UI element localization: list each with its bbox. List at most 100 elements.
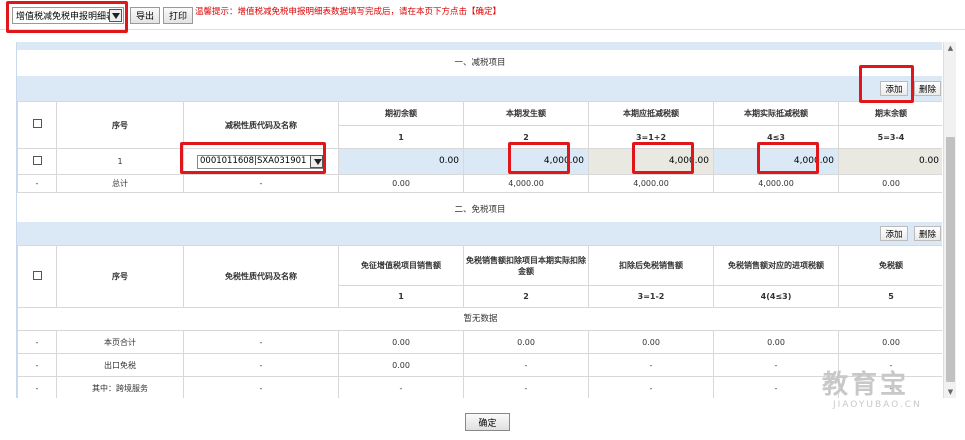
scroll-down-arrow-icon[interactable]: ▼	[944, 386, 957, 398]
actual-deduct-input[interactable]: 4,000.00	[713, 148, 839, 175]
footer: 确定	[0, 398, 965, 440]
scroll-thumb[interactable]	[946, 137, 955, 382]
export-exempt-cell: -	[183, 353, 339, 377]
subtotal-cell: -	[183, 330, 339, 354]
header-after-deduction: 扣除后免税销售额	[588, 245, 714, 286]
section1-delete-button[interactable]: 删除	[914, 81, 941, 96]
row-code-cell: 0001011608|SXA031901	[183, 148, 339, 175]
formula-4: 4≤3	[713, 125, 839, 149]
scroll-up-arrow-icon[interactable]: ▲	[944, 42, 957, 54]
total-cell: 4,000.00	[713, 174, 839, 193]
chevron-down-icon[interactable]	[109, 9, 122, 22]
formula-3: 3=1-2	[588, 285, 714, 308]
formula-5: 5	[838, 285, 942, 308]
header-should-deduct: 本期应抵减税额	[588, 101, 714, 126]
row-checkbox[interactable]	[32, 155, 42, 165]
header-current: 本期发生额	[463, 101, 589, 126]
header-actual-deduct: 本期实际抵减税额	[713, 101, 839, 126]
closing-balance-value: 0.00	[838, 148, 942, 175]
report-content: 一、减税项目 添加 删除 序号 减税性质代码及名称 期初余额 本期发生额 本期应…	[16, 42, 942, 398]
header-deduction: 免税销售额扣除项目本期实际扣除金额	[463, 245, 589, 286]
section2-toolbar: 添加 删除	[17, 222, 942, 245]
formula-5: 5=3-4	[838, 125, 942, 149]
cross-border-cell: -	[713, 376, 839, 398]
subtotal-cell: 0.00	[463, 330, 589, 354]
subtotal-cell: 0.00	[588, 330, 714, 354]
section2-table: 序号 免税性质代码及名称 免征增值税项目销售额 免税销售额扣除项目本期实际扣除金…	[17, 245, 942, 398]
cross-border-cell: 其中：跨境服务	[56, 376, 184, 398]
cross-border-cell: -	[183, 376, 339, 398]
formula-3: 3=1+2	[588, 125, 714, 149]
cross-border-cell: -	[338, 376, 464, 398]
opening-balance-input[interactable]: 0.00	[338, 148, 464, 175]
section2-title: 二、免税项目	[17, 198, 942, 222]
cross-border-cell: -	[463, 376, 589, 398]
cross-border-cell: -	[588, 376, 714, 398]
watermark-url: JIAOYUBAO.CN	[833, 400, 922, 410]
header-opening: 期初余额	[338, 101, 464, 126]
export-exempt-cell: -	[588, 353, 714, 377]
tax-code-select[interactable]: 0001011608|SXA031901	[197, 154, 325, 169]
vertical-scrollbar[interactable]: ▲ ▼	[943, 42, 956, 398]
report-type-select-value: 增值税减免税申报明细表	[16, 12, 109, 22]
export-exempt-cell: 0.00	[338, 353, 464, 377]
tax-code-value: 0001011608|SXA031901	[200, 156, 307, 166]
section1-toolbar: 添加 删除	[17, 76, 942, 101]
export-exempt-cell: 出口免税	[56, 353, 184, 377]
formula-4: 4(4≤3)	[713, 285, 839, 308]
total-cell: -	[183, 174, 339, 193]
current-amount-input[interactable]: 4,000.00	[463, 148, 589, 175]
should-deduct-value: 4,000.00	[588, 148, 714, 175]
total-cell: 4,000.00	[463, 174, 589, 193]
no-data-message: 暂无数据	[17, 307, 942, 331]
select-all-checkbox-cell[interactable]	[17, 101, 57, 149]
export-exempt-cell: -	[713, 353, 839, 377]
print-button[interactable]: 打印	[163, 7, 193, 24]
section2-add-button[interactable]: 添加	[880, 226, 908, 241]
section1-add-button[interactable]: 添加	[880, 81, 908, 96]
section2-delete-button[interactable]: 删除	[914, 226, 941, 241]
toolbar: 增值税减免税申报明细表 导出 打印 温馨提示：增值税减免税申报明细表数据填写完成…	[0, 0, 965, 30]
subtotal-cell: 0.00	[838, 330, 942, 354]
select-all-checkbox[interactable]	[32, 119, 42, 128]
total-cell: 0.00	[338, 174, 464, 193]
export-exempt-cell: -	[463, 353, 589, 377]
header-input-tax: 免税销售额对应的进项税额	[713, 245, 839, 286]
row-index: 1	[56, 148, 184, 175]
header-code: 减税性质代码及名称	[183, 101, 339, 149]
formula-2: 2	[463, 125, 589, 149]
total-cell: 4,000.00	[588, 174, 714, 193]
select-all-checkbox-cell[interactable]	[17, 245, 57, 308]
table-row: - 其中：跨境服务 - - - - - -	[17, 376, 942, 398]
total-cell: 0.00	[838, 174, 942, 193]
table-row: - 本页合计 - 0.00 0.00 0.00 0.00 0.00	[17, 330, 942, 354]
top-blue-bar	[17, 42, 942, 50]
cross-border-cell: -	[17, 376, 57, 398]
total-cell: -	[17, 174, 57, 193]
section1-title: 一、减税项目	[17, 51, 942, 76]
header-index: 序号	[56, 245, 184, 308]
header-exempt-tax: 免税额	[838, 245, 942, 286]
header-index: 序号	[56, 101, 184, 149]
subtotal-cell: 本页合计	[56, 330, 184, 354]
report-type-select[interactable]: 增值税减免税申报明细表	[12, 7, 124, 24]
row-checkbox-cell[interactable]	[17, 148, 57, 175]
formula-2: 2	[463, 285, 589, 308]
chevron-down-icon[interactable]	[310, 155, 323, 168]
export-button[interactable]: 导出	[130, 7, 160, 24]
formula-1: 1	[338, 125, 464, 149]
subtotal-cell: -	[17, 330, 57, 354]
table-row: 1 0001011608|SXA031901 0.00 4,000.00 4,0…	[17, 148, 942, 175]
subtotal-cell: 0.00	[338, 330, 464, 354]
total-row: - 总计 - 0.00 4,000.00 4,000.00 4,000.00 0…	[17, 174, 942, 193]
section1-table: 序号 减税性质代码及名称 期初余额 本期发生额 本期应抵减税额 本期实际抵减税额…	[17, 101, 942, 193]
select-all-checkbox[interactable]	[32, 270, 42, 280]
confirm-button[interactable]: 确定	[465, 413, 510, 431]
export-exempt-cell: -	[17, 353, 57, 377]
watermark-logo: 教育宝	[822, 370, 910, 400]
subtotal-cell: 0.00	[713, 330, 839, 354]
formula-1: 1	[338, 285, 464, 308]
header-code: 免税性质代码及名称	[183, 245, 339, 308]
hint-text: 温馨提示：增值税减免税申报明细表数据填写完成后，请在本页下方点击【确定】	[195, 7, 502, 17]
table-row: - 出口免税 - 0.00 - - - -	[17, 353, 942, 377]
